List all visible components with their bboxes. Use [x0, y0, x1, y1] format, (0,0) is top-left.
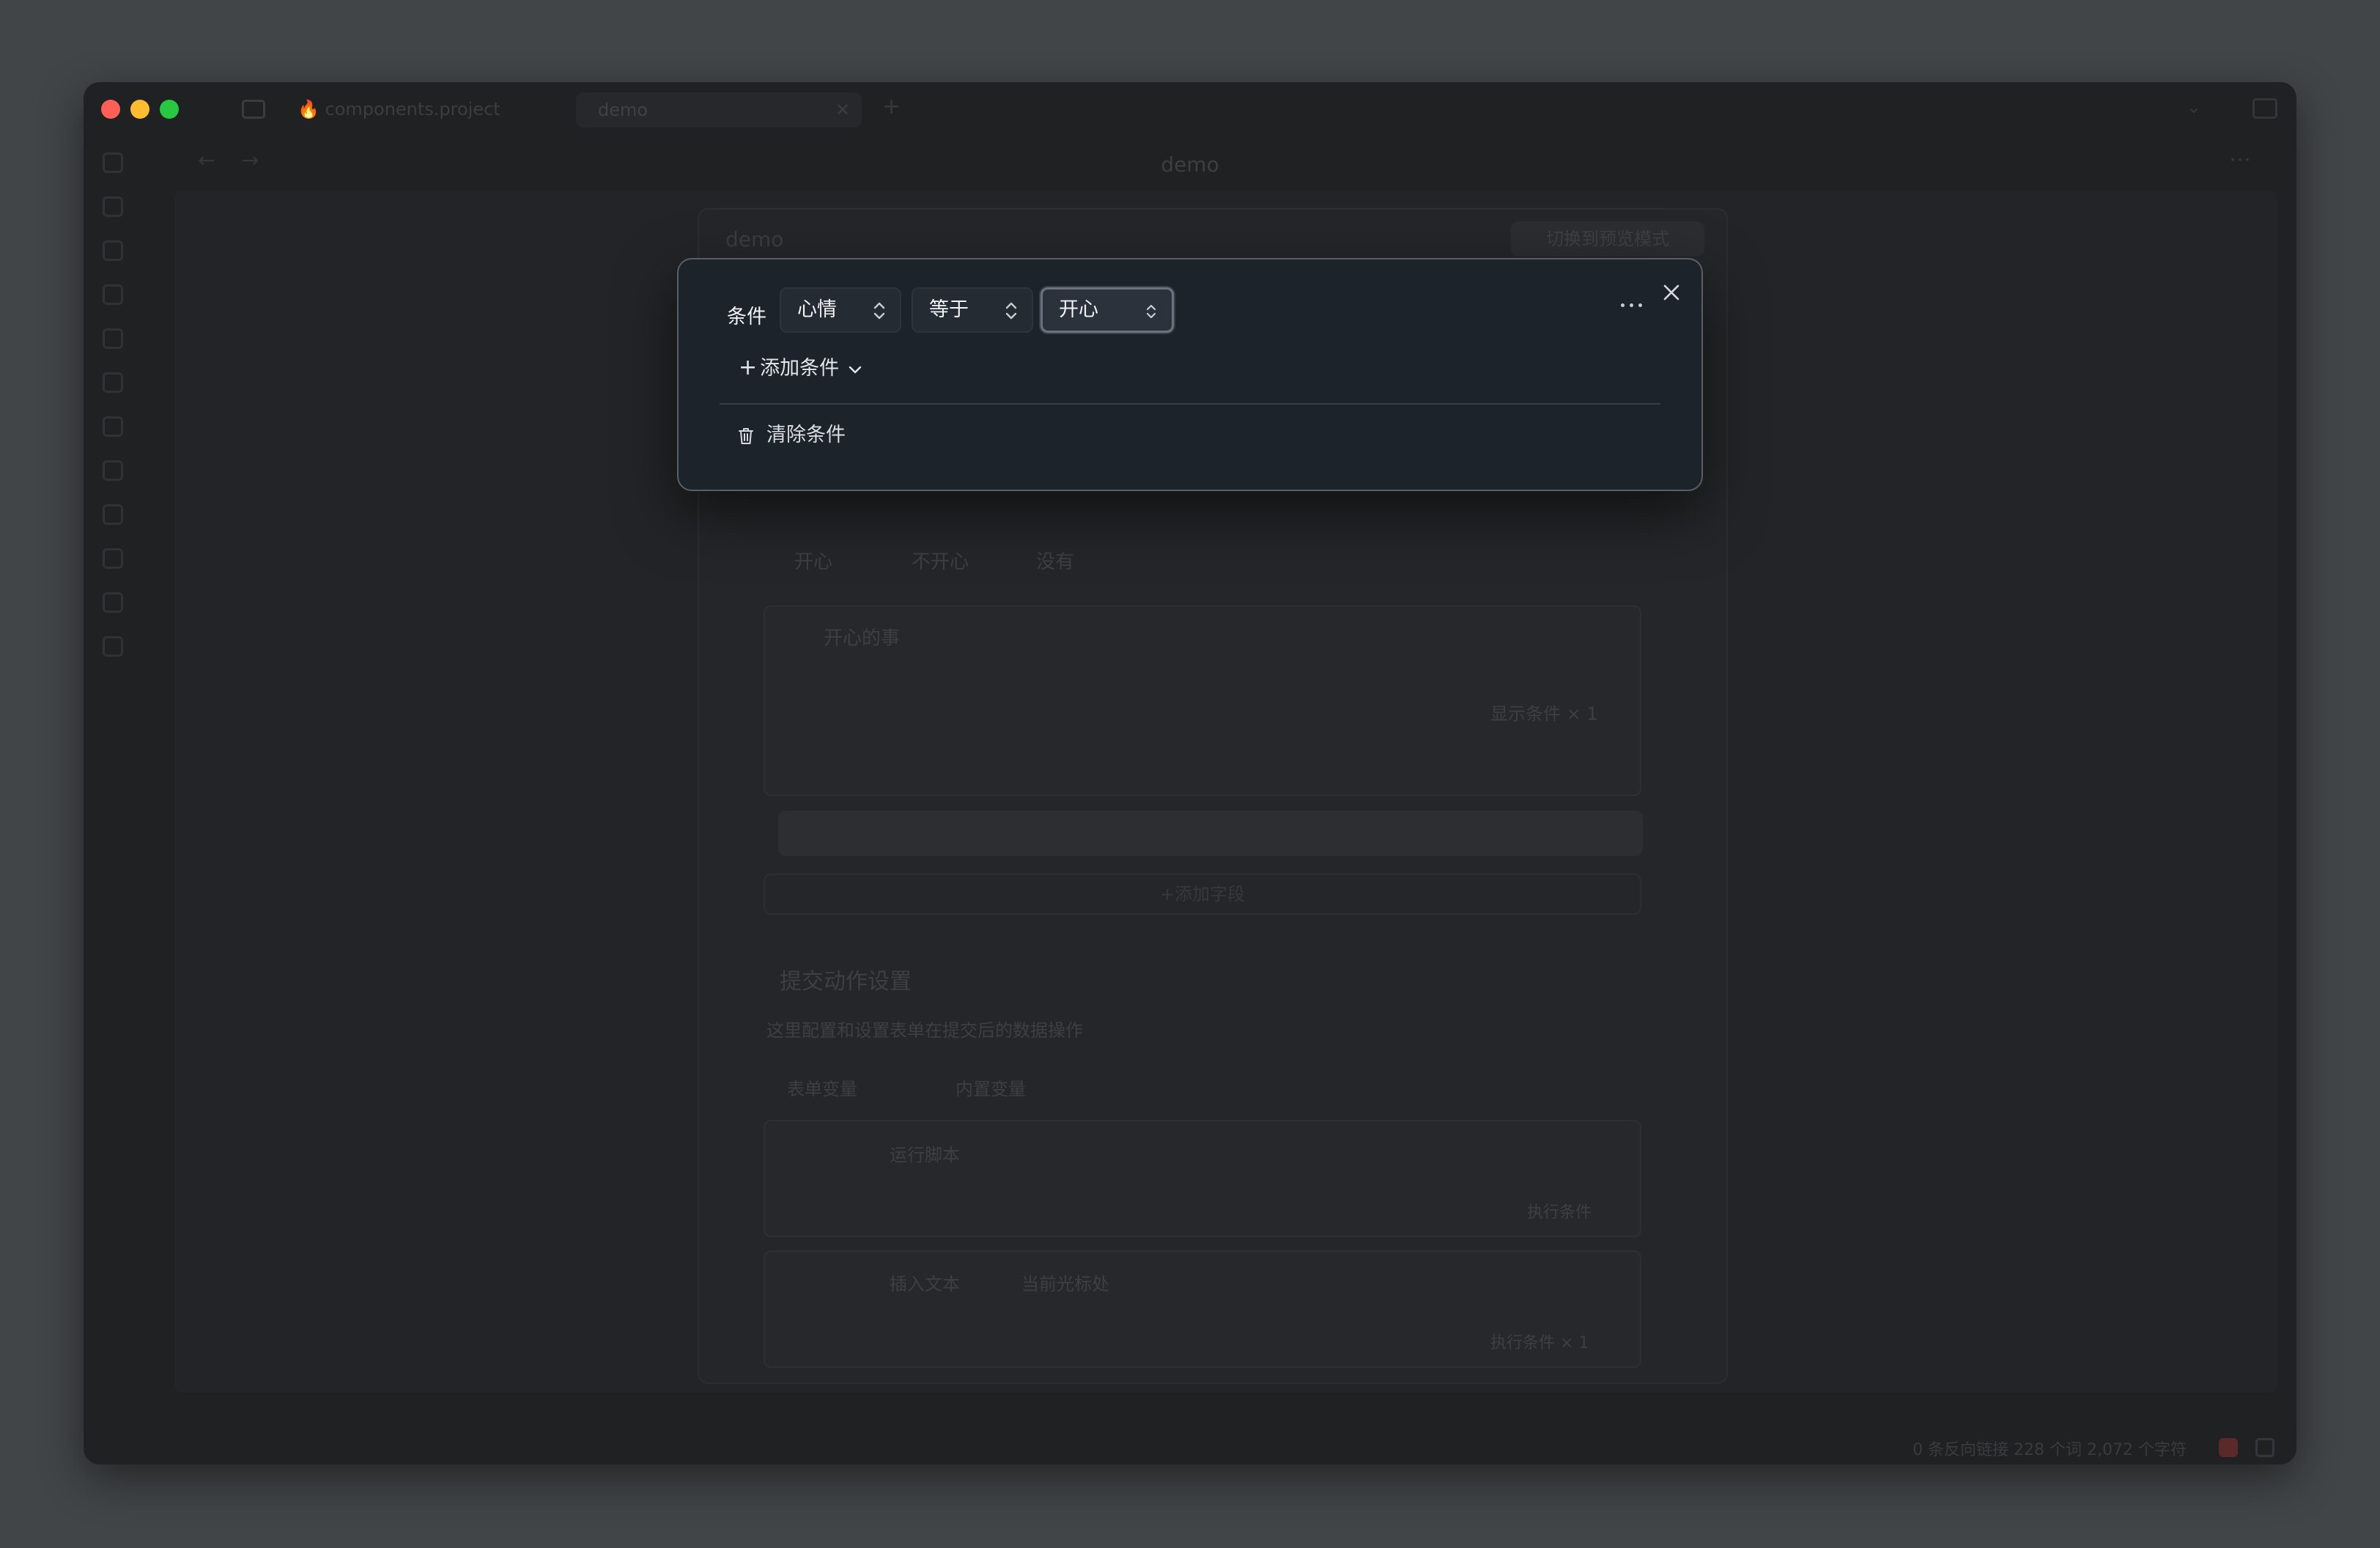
tab-demo-label: demo — [598, 100, 648, 120]
form-title: demo — [725, 227, 784, 251]
pen-icon[interactable] — [103, 548, 123, 569]
ellipsis-horizontal-icon[interactable] — [1619, 296, 1644, 314]
value-select[interactable]: 开心 — [1041, 287, 1174, 333]
terminal-icon[interactable] — [103, 372, 123, 393]
action-2-target: 当前光标处 — [1021, 1274, 1109, 1294]
action-2-label: 插入文本 — [890, 1274, 960, 1294]
files-icon[interactable] — [103, 152, 123, 173]
right-sidebar-toggle-icon[interactable] — [2252, 98, 2277, 119]
template-icon[interactable] — [103, 328, 123, 349]
show-condition-badge[interactable]: 显示条件 × 1 — [1490, 699, 1598, 725]
plus-icon: + — [739, 355, 758, 380]
titlebar: 🔥 components.project demo ✕ + ⌄ — [84, 82, 2296, 139]
add-field-button[interactable]: +添加字段 — [764, 874, 1641, 915]
table-icon[interactable] — [103, 460, 123, 481]
radio-option-2[interactable]: 不开心 — [912, 547, 969, 574]
status-panel-icon[interactable] — [2255, 1438, 2274, 1457]
canvas-icon[interactable] — [103, 240, 123, 261]
tab-close-icon[interactable]: ✕ — [835, 92, 850, 128]
status-counts: 0 条反向链接 228 个词 2,072 个字符 — [1912, 1441, 2187, 1459]
document-title: demo — [1161, 152, 1219, 177]
radio-option-3[interactable]: 没有 — [1036, 547, 1074, 574]
chevron-down-icon — [849, 366, 861, 373]
clear-conditions-label: 清除条件 — [766, 424, 846, 446]
submit-select-2[interactable]: 内置变量 — [956, 1075, 1026, 1100]
field-select-value: 心情 — [797, 298, 837, 321]
field-select[interactable]: 心情 — [780, 287, 901, 333]
action-2-badge[interactable]: 执行条件 × 1 — [1490, 1330, 1589, 1353]
condition-popover: 条件 心情 等于 开心 + 添加条件 清除条件 — [677, 258, 1703, 491]
minimize-window-button[interactable] — [130, 100, 149, 119]
document-more-icon[interactable]: ⋯ — [2229, 147, 2252, 172]
action-row-1 — [764, 1120, 1641, 1237]
sidebar-toggle-icon[interactable] — [242, 100, 265, 119]
graph-icon[interactable] — [103, 196, 123, 217]
link-icon[interactable] — [103, 592, 123, 613]
add-condition-button[interactable]: + 添加条件 — [739, 353, 863, 383]
action-1-badge[interactable]: 执行条件 — [1527, 1199, 1592, 1223]
tab-demo[interactable]: demo ✕ — [576, 92, 862, 128]
chevron-up-down-icon — [1144, 290, 1158, 332]
submit-section-title: 提交动作设置 — [780, 969, 912, 995]
archive-icon[interactable] — [103, 636, 123, 657]
trash-icon — [739, 427, 753, 444]
ribbon — [84, 133, 142, 657]
submit-section-desc: 这里配置和设置表单在提交后的数据操作 — [766, 1020, 1083, 1041]
value-select-value: 开心 — [1059, 298, 1098, 321]
field-input-placeholder — [778, 811, 1643, 856]
plugin-icon[interactable] — [103, 504, 123, 525]
condition-label: 条件 — [727, 306, 766, 328]
operator-select-value: 等于 — [929, 298, 969, 321]
chevron-up-down-icon — [872, 289, 887, 331]
action-1-label: 运行脚本 — [890, 1145, 960, 1165]
divider — [720, 403, 1660, 405]
new-tab-icon[interactable]: + — [882, 94, 901, 119]
field-row-label: 开心的事 — [824, 627, 901, 649]
submit-select-1[interactable]: 表单变量 — [787, 1075, 857, 1100]
operator-select[interactable]: 等于 — [912, 287, 1033, 333]
copy-icon[interactable] — [103, 416, 123, 437]
close-window-button[interactable] — [101, 100, 120, 119]
status-sync-icon[interactable] — [2219, 1438, 2238, 1457]
clear-conditions-button[interactable]: 清除条件 — [737, 419, 846, 452]
close-icon[interactable] — [1660, 281, 1682, 303]
tab-list-chevron-icon[interactable]: ⌄ — [2187, 97, 2201, 117]
statusbar: 0 条反向链接 228 个词 2,072 个字符 — [84, 1432, 2296, 1464]
calendar-icon[interactable] — [103, 284, 123, 305]
radio-option-1[interactable]: 开心 — [794, 547, 832, 574]
chevron-up-down-icon — [1004, 289, 1019, 331]
preview-mode-button[interactable]: 切换到预览模式 — [1511, 221, 1704, 257]
add-condition-label: 添加条件 — [760, 357, 840, 380]
zoom-window-button[interactable] — [160, 100, 179, 119]
